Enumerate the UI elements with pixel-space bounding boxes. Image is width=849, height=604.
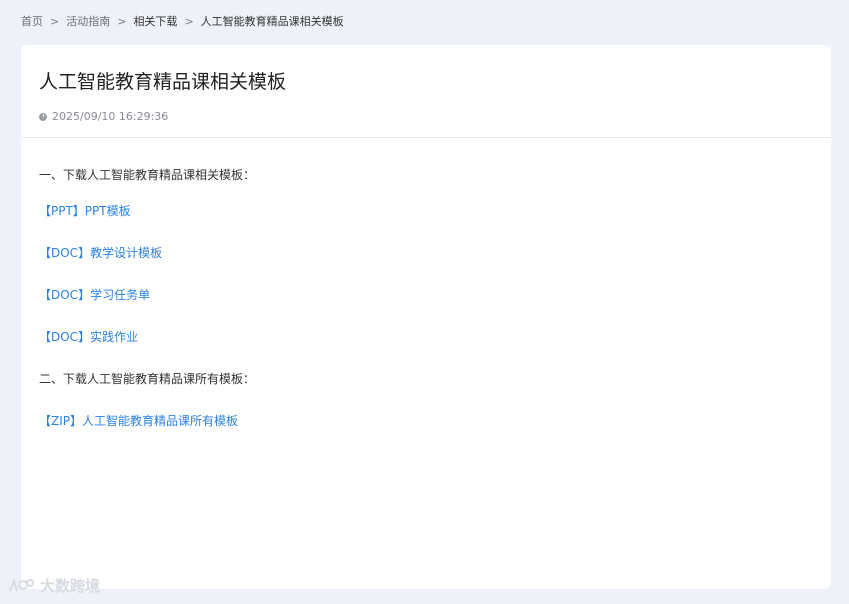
publish-timestamp: 2025/09/10 16:29:36 (52, 110, 169, 123)
breadcrumb-home[interactable]: 首页 (21, 13, 43, 29)
breadcrumb-separator: > (50, 14, 60, 28)
section-heading-1: 一、下载人工智能教育精品课相关模板： (39, 168, 256, 182)
watermark-text: 大数跨境 (40, 577, 101, 595)
breadcrumb-activity-guide[interactable]: 活动指南 (66, 13, 110, 29)
page-title: 人工智能教育精品课相关模板 (39, 71, 287, 93)
logo-icon (9, 577, 34, 591)
breadcrumb-downloads[interactable]: 相关下载 (133, 13, 177, 29)
breadcrumb-current-page: 人工智能教育精品课相关模板 (200, 15, 344, 28)
article-card: 人工智能教育精品课相关模板 2025/09/10 16:29:36 一、下载人工… (21, 45, 831, 589)
section-heading-2: 二、下载人工智能教育精品课所有模板： (39, 372, 256, 386)
download-link-ppt[interactable]: 【PPT】PPT模板 (39, 202, 131, 219)
breadcrumb-separator: > (117, 14, 127, 28)
divider (21, 137, 831, 138)
article-meta: 2025/09/10 16:29:36 (39, 110, 168, 123)
download-link-practice[interactable]: 【DOC】实践作业 (39, 328, 138, 345)
download-link-teaching-design[interactable]: 【DOC】教学设计模板 (39, 244, 162, 261)
breadcrumb-separator: > (184, 14, 194, 28)
download-link-task-sheet[interactable]: 【DOC】学习任务单 (39, 286, 150, 303)
download-link-zip-all[interactable]: 【ZIP】人工智能教育精品课所有模板 (39, 412, 238, 429)
clock-icon (39, 112, 47, 121)
watermark: 大数跨境 (8, 575, 100, 596)
breadcrumb: 首页 > 活动指南 > 相关下载 > 人工智能教育精品课相关模板 (21, 13, 344, 29)
